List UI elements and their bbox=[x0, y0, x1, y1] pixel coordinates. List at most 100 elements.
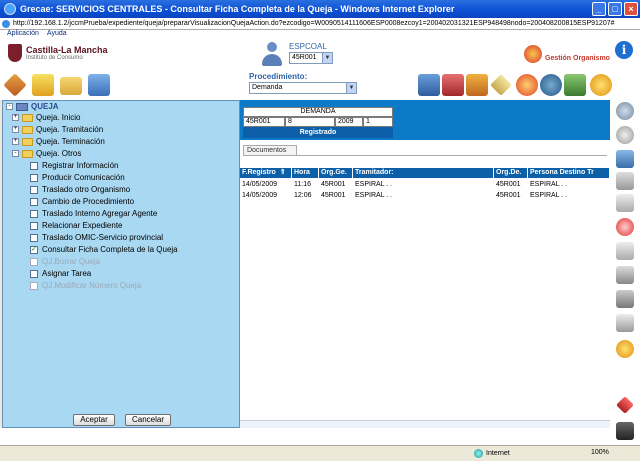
folder-icon[interactable] bbox=[60, 77, 82, 95]
settings-sun-icon[interactable] bbox=[590, 74, 612, 96]
tab-documentos[interactable]: Documentos bbox=[243, 145, 297, 155]
minimize-button[interactable]: _ bbox=[592, 2, 606, 16]
table-row-cell[interactable]: ESPIRAL . . bbox=[353, 190, 494, 201]
globe-people-icon[interactable] bbox=[516, 74, 538, 96]
document-icon[interactable] bbox=[616, 242, 634, 260]
table-row-cell[interactable]: 11:16 bbox=[292, 179, 319, 190]
copy-icon[interactable] bbox=[616, 194, 634, 212]
group-icon[interactable] bbox=[540, 74, 562, 96]
task-label: Cambio de Procedimiento bbox=[42, 197, 135, 206]
status-bar: Internet 100% bbox=[0, 445, 640, 461]
cancel-button[interactable]: Cancelar bbox=[125, 414, 171, 426]
magnifier-icon[interactable] bbox=[616, 102, 634, 120]
folder-icon bbox=[22, 113, 33, 122]
tree-folder-otros[interactable]: - Queja. Otros bbox=[12, 149, 81, 158]
books-icon[interactable] bbox=[418, 74, 440, 96]
back-arrow-icon[interactable] bbox=[616, 126, 634, 144]
col-header-persona-destino[interactable]: Persona Destino Tr bbox=[528, 168, 610, 178]
gestion-organismo-label: Gestión Organismo bbox=[545, 54, 610, 62]
table-row-cell[interactable]: 45R001 bbox=[319, 190, 353, 201]
task-traslado-otro-organismo[interactable]: Traslado otro Organismo bbox=[30, 185, 130, 194]
menu-ayuda[interactable]: Ayuda bbox=[47, 30, 67, 39]
task-checkbox[interactable] bbox=[30, 233, 38, 242]
task-checkbox[interactable] bbox=[30, 161, 38, 170]
procedimiento-select[interactable]: Demanda ▼ bbox=[249, 82, 357, 94]
document-stack-icon[interactable] bbox=[616, 150, 634, 168]
expand-icon[interactable]: + bbox=[12, 114, 19, 121]
maximize-button[interactable]: □ bbox=[608, 2, 622, 16]
col-header-fregistro[interactable]: F.Registro ⇑ bbox=[240, 168, 292, 178]
demanda-cell-anio: 2009 bbox=[335, 117, 363, 127]
exit-icon[interactable] bbox=[616, 422, 634, 440]
task-relacionar-expediente[interactable]: Relacionar Expediente bbox=[30, 221, 123, 230]
task-cambio-procedimiento[interactable]: Cambio de Procedimiento bbox=[30, 197, 134, 206]
gestion-organismo-link[interactable]: Gestión Organismo bbox=[524, 45, 610, 63]
toolbar: Procedimiento: Demanda ▼ bbox=[0, 72, 640, 100]
demanda-title: DEMANDA bbox=[243, 107, 393, 117]
sort-icon[interactable]: ⇑ bbox=[280, 169, 286, 176]
horizontal-scrollbar[interactable] bbox=[240, 420, 610, 428]
archive-icon[interactable] bbox=[466, 74, 488, 96]
organismo-select[interactable]: 45R001 ▼ bbox=[289, 52, 333, 64]
envelope-icon[interactable] bbox=[490, 74, 512, 96]
star-burst-icon[interactable] bbox=[616, 340, 634, 358]
table-row-cell[interactable]: ESPIRAL . . bbox=[528, 179, 610, 190]
table-row-cell[interactable]: 12:06 bbox=[292, 190, 319, 201]
accept-button[interactable]: Aceptar bbox=[73, 414, 115, 426]
task-traslado-omic[interactable]: Traslado OMIC-Servicio provincial bbox=[30, 233, 163, 242]
task-producir-comunicacion[interactable]: Producir Comunicación bbox=[30, 173, 125, 182]
tag-icon[interactable] bbox=[3, 73, 27, 97]
table-row-cell[interactable]: ESPIRAL . . bbox=[353, 179, 494, 190]
tree-folder-terminacion[interactable]: + Queja. Terminación bbox=[12, 137, 105, 146]
menu-aplicacion[interactable]: Aplicación bbox=[7, 30, 39, 39]
scanner-icon[interactable] bbox=[616, 314, 634, 332]
cancel-tools-icon[interactable] bbox=[616, 396, 634, 414]
table-row-cell[interactable]: 45R001 bbox=[494, 179, 528, 190]
col-header-hora[interactable]: Hora bbox=[292, 168, 319, 178]
print-preview-icon[interactable] bbox=[616, 290, 634, 308]
task-checkbox[interactable] bbox=[30, 221, 38, 230]
task-label: Traslado OMIC-Servicio provincial bbox=[42, 233, 164, 242]
tree-folder-inicio[interactable]: + Queja. Inicio bbox=[12, 113, 80, 122]
task-registrar-informacion[interactable]: Registrar Información bbox=[30, 161, 118, 170]
window-title: Grecae: SERVICIOS CENTRALES - Consultar … bbox=[20, 4, 455, 14]
task-traslado-interno[interactable]: Traslado Interno Agregar Agente bbox=[30, 209, 157, 218]
pages-icon[interactable] bbox=[616, 172, 634, 190]
table-row-cell[interactable]: ESPIRAL . . bbox=[528, 190, 610, 201]
task-checkbox[interactable] bbox=[30, 173, 38, 182]
address-bar[interactable]: http://192.168.1.2/jccmPrueba/expediente… bbox=[0, 18, 640, 30]
computer-icon[interactable] bbox=[88, 74, 110, 96]
table-row-cell[interactable]: 14/05/2009 bbox=[240, 190, 292, 201]
expand-icon[interactable]: + bbox=[12, 126, 19, 133]
col-header-orgde[interactable]: Org.De. bbox=[494, 168, 528, 178]
table-row-cell[interactable]: 14/05/2009 bbox=[240, 179, 292, 190]
collapse-icon[interactable]: - bbox=[12, 150, 19, 157]
info-icon[interactable]: i bbox=[615, 41, 633, 59]
task-checkbox[interactable] bbox=[30, 197, 38, 206]
open-folder-icon bbox=[22, 149, 33, 158]
tree-root[interactable]: - QUEJA bbox=[6, 102, 59, 111]
demanda-status: Registrado bbox=[299, 129, 337, 136]
collapse-icon[interactable]: - bbox=[6, 103, 13, 110]
printer-icon[interactable] bbox=[616, 266, 634, 284]
close-button[interactable]: × bbox=[624, 2, 638, 16]
col-header-orgge[interactable]: Org.Ge. bbox=[319, 168, 353, 178]
binders-icon[interactable] bbox=[442, 74, 464, 96]
folder-icon bbox=[22, 137, 33, 146]
expand-icon[interactable]: + bbox=[12, 138, 19, 145]
task-checkbox[interactable] bbox=[30, 185, 38, 194]
checked-checkbox[interactable]: ✓ bbox=[30, 245, 38, 254]
sticky-notes-icon[interactable] bbox=[32, 74, 54, 96]
table-row-cell[interactable]: 45R001 bbox=[319, 179, 353, 190]
tree-root-label: QUEJA bbox=[31, 102, 59, 111]
delete-icon[interactable] bbox=[616, 218, 634, 236]
tools-icon[interactable] bbox=[564, 74, 586, 96]
table-row-cell[interactable]: 45R001 bbox=[494, 190, 528, 201]
task-asignar-tarea[interactable]: Asignar Tarea bbox=[30, 269, 91, 278]
task-checkbox[interactable] bbox=[30, 269, 38, 278]
col-header-tramitador[interactable]: Tramitador: bbox=[353, 168, 494, 178]
task-checkbox[interactable] bbox=[30, 209, 38, 218]
task-consultar-ficha[interactable]: ✓ Consultar Ficha Completa de la Queja bbox=[30, 245, 178, 254]
zoom-level[interactable]: 100% bbox=[591, 449, 609, 456]
tree-folder-tramitacion[interactable]: + Queja. Tramitación bbox=[12, 125, 103, 134]
